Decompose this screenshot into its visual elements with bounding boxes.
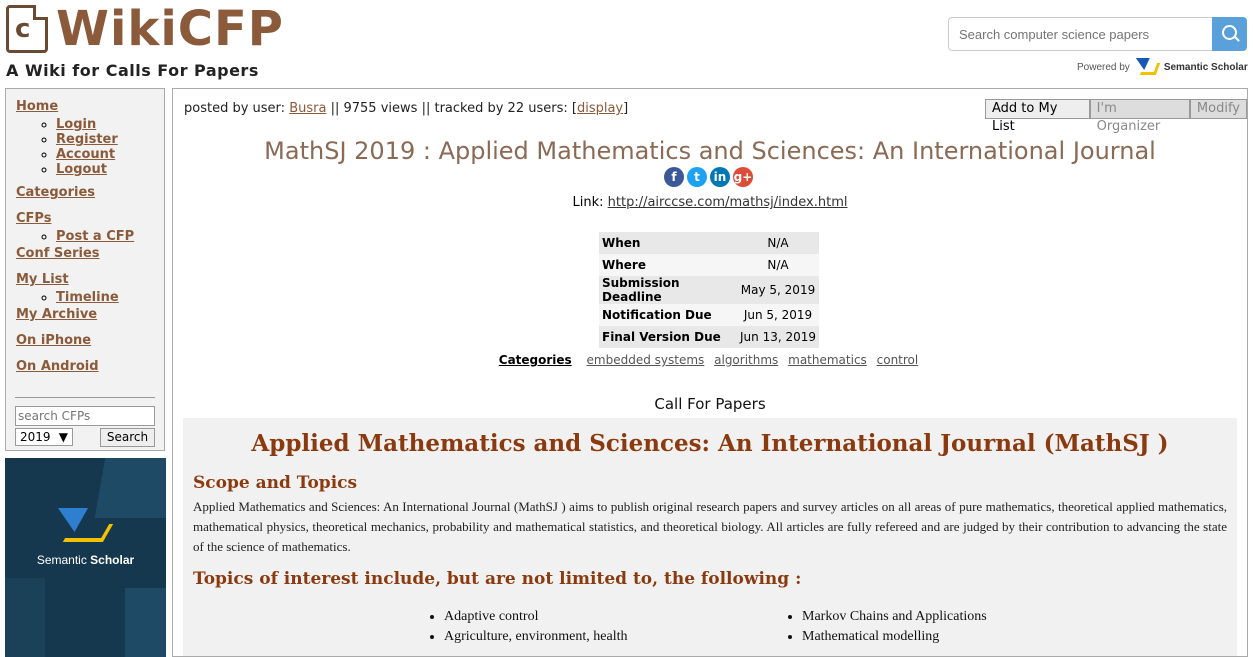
sidebar-item-account[interactable]: Account [56,147,115,162]
wikicfp-logo[interactable]: c WikiCFP [6,4,284,54]
list-item: Markov Chains and Applications [802,607,987,627]
dropdown-arrow-icon: ▼ [58,430,68,444]
table-row: When N/A [599,232,819,254]
info-value: Jun 5, 2019 [737,304,819,326]
cfp-body: Applied Mathematics and Sciences: An Int… [183,418,1237,656]
info-label: Submission Deadline [599,276,737,304]
category-link[interactable]: mathematics [788,353,867,367]
topics-list-right: Markov Chains and Applications Mathemati… [784,607,987,647]
info-value: N/A [737,254,819,276]
search-button[interactable] [1212,17,1247,51]
table-row: Notification Due Jun 5, 2019 [599,304,819,326]
cfp-actions: Add to My List I'm Organizer Modify [985,99,1247,134]
scope-heading: Scope and Topics [193,473,358,493]
paper-search-input[interactable] [948,17,1212,51]
cfp-heading: Call For Papers [654,395,766,413]
categories-heading-link[interactable]: Categories [499,353,572,367]
tagline: A Wiki for Calls For Papers [6,61,259,80]
info-label: Final Version Due [599,326,737,348]
category-list: Categories embedded systems algorithms m… [173,353,1247,367]
topics-heading: Topics of interest include, but are not … [193,569,802,589]
info-value: Jun 13, 2019 [737,326,819,348]
sidebar-divider [15,397,155,398]
cfp-search: 2019▼ Search [15,406,155,447]
info-value: N/A [737,232,819,254]
event-link: Link: http://airccse.com/mathsj/index.ht… [572,195,848,210]
list-item: Adaptive control [444,607,628,627]
linkedin-icon[interactable]: in [710,167,730,187]
share-buttons: f t in g+ [664,167,753,187]
sidebar-item-post-cfp[interactable]: Post a CFP [56,229,134,244]
sidebar-item-categories[interactable]: Categories [16,183,154,203]
sidebar-item-login[interactable]: Login [56,117,96,132]
sidebar-item-home[interactable]: Home [16,97,154,117]
event-title: MathSJ 2019 : Applied Mathematics and Sc… [264,137,1156,165]
sidebar-item-cfps[interactable]: CFPs [16,209,154,229]
info-label: When [599,232,737,254]
account-submenu: Login Register Account Logout [36,117,154,177]
google-plus-icon[interactable]: g+ [733,167,753,187]
poster-user-link[interactable]: Busra [289,101,326,116]
year-select[interactable]: 2019 ▼ [15,428,73,446]
twitter-icon[interactable]: t [687,167,707,187]
semantic-scholar-logo-icon [1136,58,1158,76]
journal-title: Applied Mathematics and Sciences: An Int… [251,430,1169,457]
sidebar-item-my-list[interactable]: My List [16,270,154,290]
event-info-table: When N/A Where N/A Submission Deadline May 5,… [599,232,819,348]
semantic-scholar-logo-icon [58,508,124,548]
views-count: 9755 views [343,101,418,116]
ad-brand-text: Semantic Scholar [36,553,135,567]
table-row: Where N/A [599,254,819,276]
powered-by: Powered by Semantic Scholar [1077,58,1248,76]
logo-c-icon: c [6,5,48,53]
add-to-my-list-button[interactable]: Add to My List [985,99,1090,134]
facebook-icon[interactable]: f [664,167,684,187]
modify-button[interactable]: Modify [1189,99,1247,119]
post-meta: posted by user: Busra || 9755 views || t… [184,101,629,116]
sidebar-item-my-archive[interactable]: My Archive [16,305,154,325]
sidebar-item-timeline[interactable]: Timeline [56,290,119,305]
info-label: Where [599,254,737,276]
category-link[interactable]: embedded systems [587,353,705,367]
list-item: Agriculture, environment, health [444,627,628,647]
tracked-count: tracked by 22 users: [434,101,568,116]
sidebar-item-on-android[interactable]: On Android [16,357,154,377]
sidebar: Home Login Register Account Logout Categ… [5,88,165,451]
table-row: Final Version Due Jun 13, 2019 [599,326,819,348]
table-row: Submission Deadline May 5, 2019 [599,276,819,304]
category-link[interactable]: algorithms [714,353,778,367]
event-url-link[interactable]: http://airccse.com/mathsj/index.html [608,195,848,210]
logo-text: WikiCFP [56,1,284,57]
category-link[interactable]: control [877,353,919,367]
info-label: Notification Due [599,304,737,326]
cfp-search-input[interactable] [15,406,155,426]
sidebar-item-register[interactable]: Register [56,132,118,147]
info-value: May 5, 2019 [737,276,819,304]
scope-text: Applied Mathematics and Sciences: An Int… [193,499,1227,554]
im-organizer-button[interactable]: I'm Organizer [1089,99,1190,134]
topics-list-left: Adaptive control Agriculture, environmen… [426,607,628,647]
paper-search [948,17,1247,51]
sidebar-item-on-iphone[interactable]: On iPhone [16,331,154,351]
cfp-search-button[interactable]: Search [100,428,155,447]
main-content: posted by user: Busra || 9755 views || t… [172,88,1248,657]
sidebar-item-logout[interactable]: Logout [56,162,107,177]
list-item: Mathematical modelling [802,627,987,647]
sidebar-item-conf-series[interactable]: Conf Series [16,244,154,264]
display-trackers-link[interactable]: display [577,101,623,116]
semantic-scholar-ad[interactable]: Semantic Scholar [5,458,166,657]
